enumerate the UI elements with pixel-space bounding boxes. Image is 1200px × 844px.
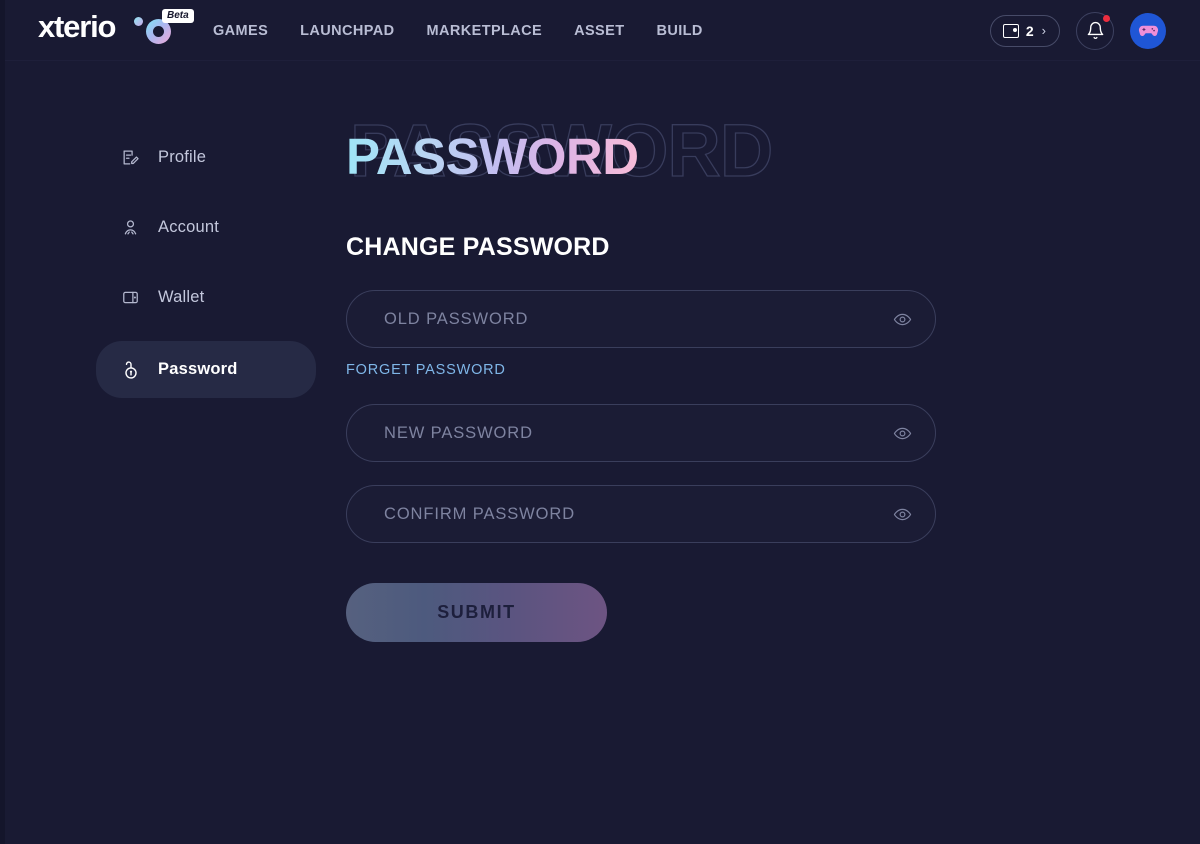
- eye-icon: [893, 313, 911, 325]
- confirm-password-eye-toggle[interactable]: [891, 503, 913, 525]
- sidebar-item-wallet[interactable]: Wallet: [96, 271, 316, 323]
- beta-badge: Beta: [162, 9, 194, 23]
- submit-button[interactable]: SUBMIT: [346, 583, 607, 642]
- chevron-right-icon: ›: [1041, 23, 1046, 38]
- old-password-field[interactable]: [346, 290, 936, 348]
- confirm-password-field[interactable]: [346, 485, 936, 543]
- new-password-input[interactable]: [347, 423, 935, 443]
- brand-logo[interactable]: xterio Beta: [38, 9, 194, 44]
- nav-item-launchpad[interactable]: LAUNCHPAD: [300, 23, 394, 39]
- eye-icon: [893, 508, 911, 520]
- page-title-text: PASSWORD: [346, 128, 639, 185]
- nav-item-marketplace[interactable]: MARKETPLACE: [427, 23, 543, 39]
- main-content: PASSWORD PASSWORD CHANGE PASSWORD FORGET…: [346, 108, 1146, 642]
- confirm-password-input[interactable]: [347, 504, 935, 524]
- wallet-icon: [1002, 23, 1019, 38]
- profile-edit-icon: [120, 147, 141, 168]
- wallet-count: 2: [1025, 22, 1034, 39]
- sidebar-item-profile[interactable]: Profile: [96, 131, 316, 183]
- nav-item-build[interactable]: BUILD: [656, 23, 702, 39]
- sidebar-item-account-label: Account: [158, 217, 220, 236]
- eye-icon: [893, 427, 911, 439]
- sidebar-item-password-label: Password: [158, 360, 238, 378]
- nav-item-asset[interactable]: ASSET: [574, 23, 624, 39]
- settings-sidebar: Profile Account Wallet Password: [96, 131, 316, 416]
- change-password-form: FORGET PASSWORD SUBMIT: [346, 290, 936, 642]
- gamepad-icon: [1138, 25, 1158, 37]
- nav-item-games[interactable]: GAMES: [213, 23, 268, 39]
- brand-logo-text: xterio: [38, 9, 116, 44]
- page-title: PASSWORD PASSWORD: [346, 108, 1146, 206]
- main-nav: GAMES LAUNCHPAD MARKETPLACE ASSET BUILD: [213, 0, 703, 61]
- forget-password-link[interactable]: FORGET PASSWORD: [346, 362, 506, 378]
- logo-i-dot-icon: [134, 17, 143, 26]
- notifications-button[interactable]: [1076, 11, 1114, 50]
- wallet-icon: [120, 287, 141, 308]
- new-password-eye-toggle[interactable]: [891, 422, 913, 444]
- sidebar-item-password[interactable]: Password: [96, 341, 316, 398]
- section-title: CHANGE PASSWORD: [346, 233, 610, 261]
- unlock-icon: [120, 359, 141, 380]
- header-actions: 2 ›: [989, 0, 1166, 61]
- wallet-button[interactable]: 2 ›: [989, 14, 1060, 47]
- page-left-edge: [0, 0, 5, 844]
- new-password-field[interactable]: [346, 404, 936, 462]
- old-password-eye-toggle[interactable]: [891, 308, 913, 330]
- sidebar-item-profile-label: Profile: [158, 147, 207, 166]
- sidebar-item-account[interactable]: Account: [96, 201, 316, 253]
- old-password-input[interactable]: [347, 309, 935, 329]
- avatar[interactable]: [1130, 12, 1166, 49]
- person-icon: [120, 217, 141, 238]
- notification-dot: [1103, 14, 1110, 22]
- sidebar-item-wallet-label: Wallet: [158, 287, 205, 306]
- bell-icon: [1087, 21, 1103, 40]
- site-header: xterio Beta GAMES LAUNCHPAD MARKETPLACE …: [0, 0, 1200, 61]
